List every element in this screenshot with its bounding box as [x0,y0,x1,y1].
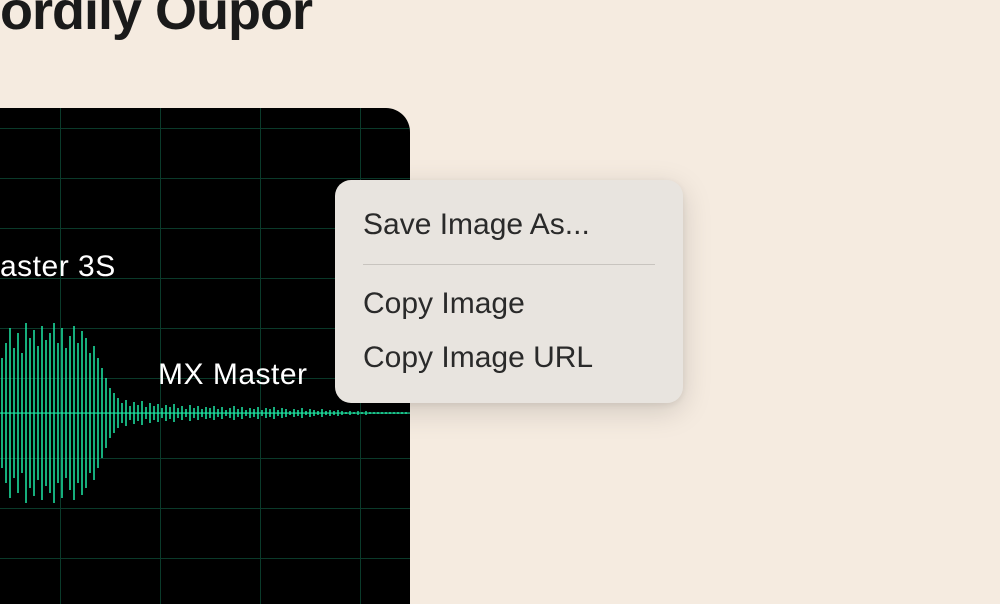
waveform-label-1: aster 3S [0,250,116,284]
menu-save-image-as[interactable]: Save Image As... [335,198,683,252]
menu-copy-image[interactable]: Copy Image [335,277,683,331]
waveform-label-2: MX Master [158,358,308,392]
page-heading: ordily Oupor [0,0,312,42]
context-menu: Save Image As... Copy Image Copy Image U… [335,180,683,403]
menu-divider [363,264,655,265]
menu-copy-image-url[interactable]: Copy Image URL [335,331,683,385]
